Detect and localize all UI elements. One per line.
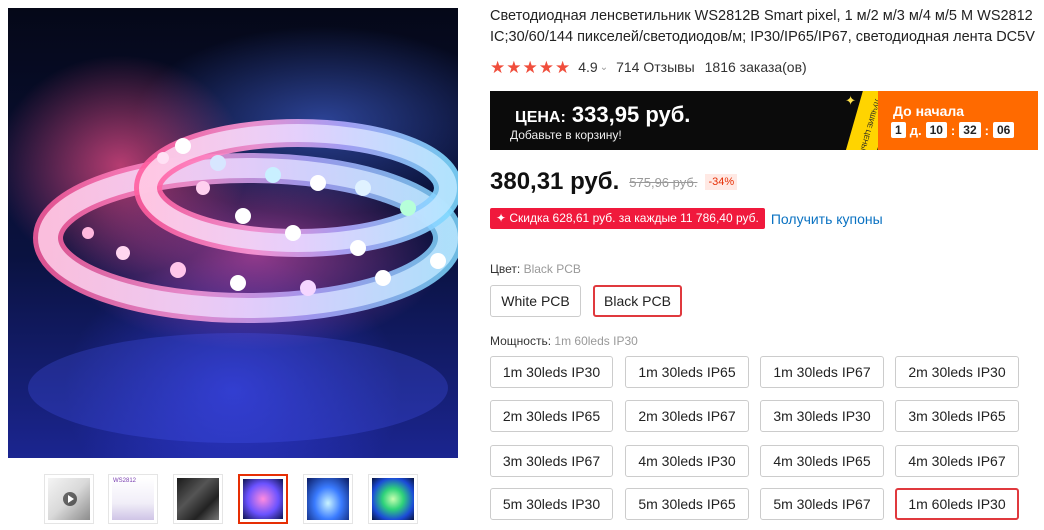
gallery-thumbnail[interactable]: WS2812 bbox=[108, 474, 158, 524]
gallery-thumbnail[interactable] bbox=[44, 474, 94, 524]
rating-row: ★ ★ ★ ★ ★ 4.9 ⌄ 714 Отзывы 1816 заказа(о… bbox=[490, 57, 807, 77]
product-title: Светодиодная ленсветильник WS2812B Smart… bbox=[490, 8, 1035, 45]
price-row: 380,31 руб. 575,96 руб. -34% bbox=[490, 168, 738, 196]
power-option[interactable]: 1m 30leds IP30 bbox=[490, 356, 613, 388]
gallery-thumbnail[interactable] bbox=[368, 474, 418, 524]
countdown-separator: : bbox=[984, 122, 989, 138]
power-property-label: Мощность: 1m 60leds IP30 bbox=[490, 334, 638, 348]
countdown-separator: : bbox=[950, 122, 956, 138]
countdown-seconds: 06 bbox=[992, 122, 1015, 138]
power-label: Мощность: bbox=[490, 334, 552, 348]
rating-stars: ★ ★ ★ ★ ★ bbox=[490, 59, 570, 76]
orders-count: 1816 заказа(ов) bbox=[704, 59, 807, 75]
power-option[interactable]: 3m 30leds IP67 bbox=[490, 445, 613, 477]
power-option[interactable]: 1m 30leds IP67 bbox=[760, 356, 884, 388]
power-option-selected[interactable]: 1m 60leds IP30 bbox=[895, 488, 1019, 520]
countdown-panel: До начала 1 д. 10 : 32 : 06 bbox=[878, 91, 1038, 150]
color-label: Цвет: bbox=[490, 262, 521, 276]
sparkle-icon: ✦ bbox=[845, 93, 856, 108]
promo-price: ЦЕНА: 333,95 руб. bbox=[515, 102, 690, 128]
power-option[interactable]: 2m 30leds IP65 bbox=[490, 400, 613, 432]
power-option[interactable]: 3m 30leds IP30 bbox=[760, 400, 884, 432]
color-selected-value: Black PCB bbox=[523, 262, 581, 276]
discount-badge: -34% bbox=[705, 174, 738, 190]
countdown-label: До начала bbox=[893, 103, 965, 119]
power-option[interactable]: 5m 30leds IP67 bbox=[760, 488, 884, 520]
promo-subtitle: Добавьте в корзину! bbox=[510, 128, 622, 142]
star-icon: ★ bbox=[490, 57, 506, 77]
gallery-thumbnail[interactable] bbox=[173, 474, 223, 524]
product-main-image[interactable] bbox=[8, 8, 458, 458]
power-option[interactable]: 1m 30leds IP65 bbox=[625, 356, 749, 388]
promo-price-label: ЦЕНА: bbox=[515, 109, 566, 126]
chevron-down-icon[interactable]: ⌄ bbox=[600, 62, 608, 73]
star-icon: ★ bbox=[538, 57, 554, 77]
power-option[interactable]: 2m 30leds IP67 bbox=[625, 400, 749, 432]
led-strip-illustration bbox=[28, 119, 458, 443]
power-option[interactable]: 3m 30leds IP65 bbox=[895, 400, 1019, 432]
countdown-minutes: 32 bbox=[959, 122, 981, 138]
star-icon: ★ bbox=[522, 57, 538, 77]
power-option[interactable]: 4m 30leds IP67 bbox=[895, 445, 1019, 477]
countdown-days-label: д. bbox=[909, 122, 922, 138]
countdown-hours: 10 bbox=[925, 122, 947, 138]
gallery-thumbnail[interactable] bbox=[303, 474, 353, 524]
power-option[interactable]: 2m 30leds IP30 bbox=[895, 356, 1019, 388]
countdown-timer: 1 д. 10 : 32 : 06 bbox=[891, 122, 1015, 138]
power-option[interactable]: 4m 30leds IP65 bbox=[760, 445, 884, 477]
color-option-white-pcb[interactable]: White PCB bbox=[490, 285, 581, 317]
original-price: 575,96 руб. bbox=[629, 174, 698, 190]
current-price: 380,31 руб. bbox=[490, 168, 620, 195]
power-option[interactable]: 4m 30leds IP30 bbox=[625, 445, 749, 477]
power-option[interactable]: 5m 30leds IP30 bbox=[490, 488, 613, 520]
rating-value[interactable]: 4.9 bbox=[578, 59, 597, 75]
star-icon: ★ bbox=[555, 57, 571, 77]
color-option-black-pcb[interactable]: Black PCB bbox=[593, 285, 682, 317]
power-selected-value: 1m 60leds IP30 bbox=[554, 334, 638, 348]
countdown-days: 1 bbox=[891, 122, 906, 138]
promo-price-panel: ЦЕНА: 333,95 руб. Добавьте в корзину! ЛУ… bbox=[490, 91, 878, 150]
promo-price-value: 333,95 руб. bbox=[571, 102, 691, 127]
get-coupons-link[interactable]: Получить купоны bbox=[771, 211, 883, 227]
promo-banner: ЦЕНА: 333,95 руб. Добавьте в корзину! ЛУ… bbox=[490, 91, 1038, 150]
reviews-link[interactable]: 714 Отзывы bbox=[616, 59, 695, 75]
star-icon: ★ bbox=[506, 57, 522, 77]
coupon-tag: ✦ Скидка 628,61 руб. за каждые 11 786,40… bbox=[490, 208, 765, 229]
coupon-row: ✦ Скидка 628,61 руб. за каждые 11 786,40… bbox=[490, 208, 883, 229]
color-property-label: Цвет: Black PCB bbox=[490, 262, 581, 276]
video-play-icon bbox=[63, 492, 77, 506]
power-option[interactable]: 5m 30leds IP65 bbox=[625, 488, 749, 520]
thumbnail-caption: WS2812 bbox=[113, 478, 137, 484]
gallery-thumbnail-active[interactable] bbox=[238, 474, 288, 524]
